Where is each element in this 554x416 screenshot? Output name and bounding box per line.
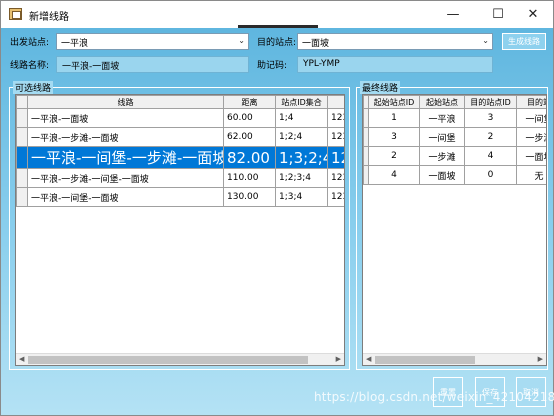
scroll-right-icon[interactable]: ▶ <box>538 355 543 363</box>
scrollbar-thumb[interactable] <box>375 356 475 364</box>
row-header[interactable] <box>16 187 28 207</box>
candidate-routes-title: 可选线路 <box>13 81 54 94</box>
column-header-route[interactable]: 线路 <box>27 95 224 109</box>
watermark-text: https://blog.csdn.net/weixin_42104218 <box>314 390 554 404</box>
row-header[interactable] <box>16 146 28 169</box>
start-station-combo[interactable]: 一平浪 ⌄ <box>56 33 249 50</box>
client-area: 出发站点: 一平浪 ⌄ 目的站点: 一面坡 ⌄ 生成线路 线路名称: 一平浪-一… <box>1 28 554 415</box>
scroll-left-icon[interactable]: ◀ <box>366 355 371 363</box>
selected-table-row[interactable]: 一平浪-一间堡-一步滩-一面坡 82.00 1;3;2;4 123. <box>16 146 344 169</box>
cell-end-id[interactable]: 4 <box>464 146 517 166</box>
cell-end-station[interactable]: 一步滩 <box>516 127 546 147</box>
column-header-start-id[interactable]: 起始站点ID <box>368 95 420 109</box>
table-row[interactable]: 3 一间堡 2 一步滩 <box>363 127 546 147</box>
cell-end-id[interactable]: 0 <box>464 165 517 185</box>
cell-route[interactable]: 一平浪-一步滩-一间堡-一面坡 <box>27 168 224 188</box>
cell-end-id[interactable]: 3 <box>464 108 517 128</box>
minimize-button[interactable]: — <box>433 1 473 27</box>
cell-station-ids[interactable]: 1;2;4 <box>275 127 328 147</box>
window-title: 新增线路 <box>29 12 69 23</box>
cell-end-station[interactable]: 一面坡 <box>516 146 546 166</box>
cell-start-id[interactable]: 1 <box>368 108 420 128</box>
cell-distance[interactable]: 82.00 <box>223 146 276 169</box>
candidate-routes-group: 可选线路 线路 距离 站点ID集合 一平浪-一面坡 60.00 1;4 12 一… <box>9 81 350 370</box>
end-station-value: 一面坡 <box>302 39 330 49</box>
table-row[interactable]: 2 一步滩 4 一面坡 <box>363 146 546 166</box>
final-route-group: 最终线路 起始站点ID 起始站点 目的站点ID 目的站 1 一平浪 <box>356 81 548 370</box>
start-station-value: 一平浪 <box>61 39 89 49</box>
final-route-grid[interactable]: 起始站点ID 起始站点 目的站点ID 目的站 1 一平浪 3 一间堡 <box>362 94 547 366</box>
table-row[interactable]: 一平浪-一步滩-一面坡 62.00 1;2;4 123.0 <box>16 127 344 147</box>
cell-distance[interactable]: 62.00 <box>223 127 276 147</box>
column-header-station-ids[interactable]: 站点ID集合 <box>275 95 328 109</box>
route-name-value: 一平浪-一面坡 <box>62 62 120 72</box>
column-header-end-id[interactable]: 目的站点ID <box>464 95 517 109</box>
cell-start-station[interactable]: 一步滩 <box>419 146 465 166</box>
cell-start-station[interactable]: 一平浪 <box>419 108 465 128</box>
maximize-button[interactable]: ☐ <box>478 1 518 27</box>
scroll-left-icon[interactable]: ◀ <box>19 355 24 363</box>
cell-start-id[interactable]: 3 <box>368 127 420 147</box>
chevron-down-icon: ⌄ <box>238 36 245 45</box>
cell-extra[interactable]: 123.0 <box>327 127 344 147</box>
cell-extra[interactable]: 123.0 <box>327 108 344 128</box>
mnemonic-value: YPL-YMP <box>303 59 340 69</box>
column-header-start-station[interactable]: 起始站点 <box>419 95 465 109</box>
column-header-end-station[interactable]: 目的站 <box>516 95 546 109</box>
cell-station-ids[interactable]: 1;2;3;4 <box>275 168 328 188</box>
cell-extra[interactable]: 123.0 <box>327 187 344 207</box>
final-route-title: 最终线路 <box>360 81 401 94</box>
cell-station-ids[interactable]: 1;3;2;4 <box>275 146 328 169</box>
route-name-label: 线路名称: <box>10 61 50 71</box>
row-header-corner <box>16 95 28 109</box>
table-row[interactable]: 4 一面坡 0 无 <box>363 165 546 185</box>
table-row[interactable]: 一平浪-一间堡-一面坡 130.00 1;3;4 123.0 <box>16 187 344 207</box>
cell-extra[interactable]: 123. <box>327 146 344 169</box>
cell-route[interactable]: 一平浪-一面坡 <box>27 108 224 128</box>
cell-end-station[interactable]: 无 <box>516 165 546 185</box>
scroll-right-icon[interactable]: ▶ <box>336 355 341 363</box>
mnemonic-field[interactable]: YPL-YMP <box>297 56 493 73</box>
cell-start-id[interactable]: 2 <box>368 146 420 166</box>
cell-station-ids[interactable]: 1;4 <box>275 108 328 128</box>
cell-distance[interactable]: 60.00 <box>223 108 276 128</box>
cell-start-id[interactable]: 4 <box>368 165 420 185</box>
cell-route[interactable]: 一平浪-一步滩-一面坡 <box>27 127 224 147</box>
new-route-window: 新增线路 — ☐ ✕ 出发站点: 一平浪 ⌄ 目的站点: 一面坡 ⌄ 生成线路 … <box>0 0 554 416</box>
horizontal-scrollbar[interactable]: ◀ ▶ <box>363 353 546 365</box>
app-icon <box>9 8 22 20</box>
table-row[interactable]: 一平浪-一面坡 60.00 1;4 123.0 <box>16 108 344 128</box>
mnemonic-label: 助记码: <box>257 61 288 71</box>
route-name-field[interactable]: 一平浪-一面坡 <box>56 56 249 73</box>
column-header-extra[interactable] <box>327 95 344 109</box>
start-station-label: 出发站点: <box>10 38 50 48</box>
cell-route[interactable]: 一平浪-一间堡-一面坡 <box>27 187 224 207</box>
row-header[interactable] <box>16 168 28 188</box>
horizontal-scrollbar[interactable]: ◀ ▶ <box>16 353 344 365</box>
cell-extra[interactable]: 123.0 <box>327 168 344 188</box>
cell-end-station[interactable]: 一间堡 <box>516 108 546 128</box>
column-header-distance[interactable]: 距离 <box>223 95 276 109</box>
generate-route-button[interactable]: 生成线路 <box>502 33 546 50</box>
cell-start-station[interactable]: 一面坡 <box>419 165 465 185</box>
scrollbar-thumb[interactable] <box>28 356 308 364</box>
close-button[interactable]: ✕ <box>513 1 553 27</box>
cell-distance[interactable]: 130.00 <box>223 187 276 207</box>
table-row[interactable]: 1 一平浪 3 一间堡 <box>363 108 546 128</box>
title-bar: 新增线路 — ☐ ✕ <box>1 1 553 31</box>
candidate-routes-grid[interactable]: 线路 距离 站点ID集合 一平浪-一面坡 60.00 1;4 123.0 <box>15 94 345 366</box>
cell-station-ids[interactable]: 1;3;4 <box>275 187 328 207</box>
end-station-label: 目的站点: <box>257 38 297 48</box>
chevron-down-icon: ⌄ <box>482 36 489 45</box>
row-header[interactable] <box>16 127 28 147</box>
table-row[interactable]: 一平浪-一步滩-一间堡-一面坡 110.00 1;2;3;4 123.0 <box>16 168 344 188</box>
row-header[interactable] <box>16 108 28 128</box>
end-station-combo[interactable]: 一面坡 ⌄ <box>297 33 493 50</box>
cell-route[interactable]: 一平浪-一间堡-一步滩-一面坡 <box>27 146 224 169</box>
cell-distance[interactable]: 110.00 <box>223 168 276 188</box>
cell-start-station[interactable]: 一间堡 <box>419 127 465 147</box>
cell-end-id[interactable]: 2 <box>464 127 517 147</box>
